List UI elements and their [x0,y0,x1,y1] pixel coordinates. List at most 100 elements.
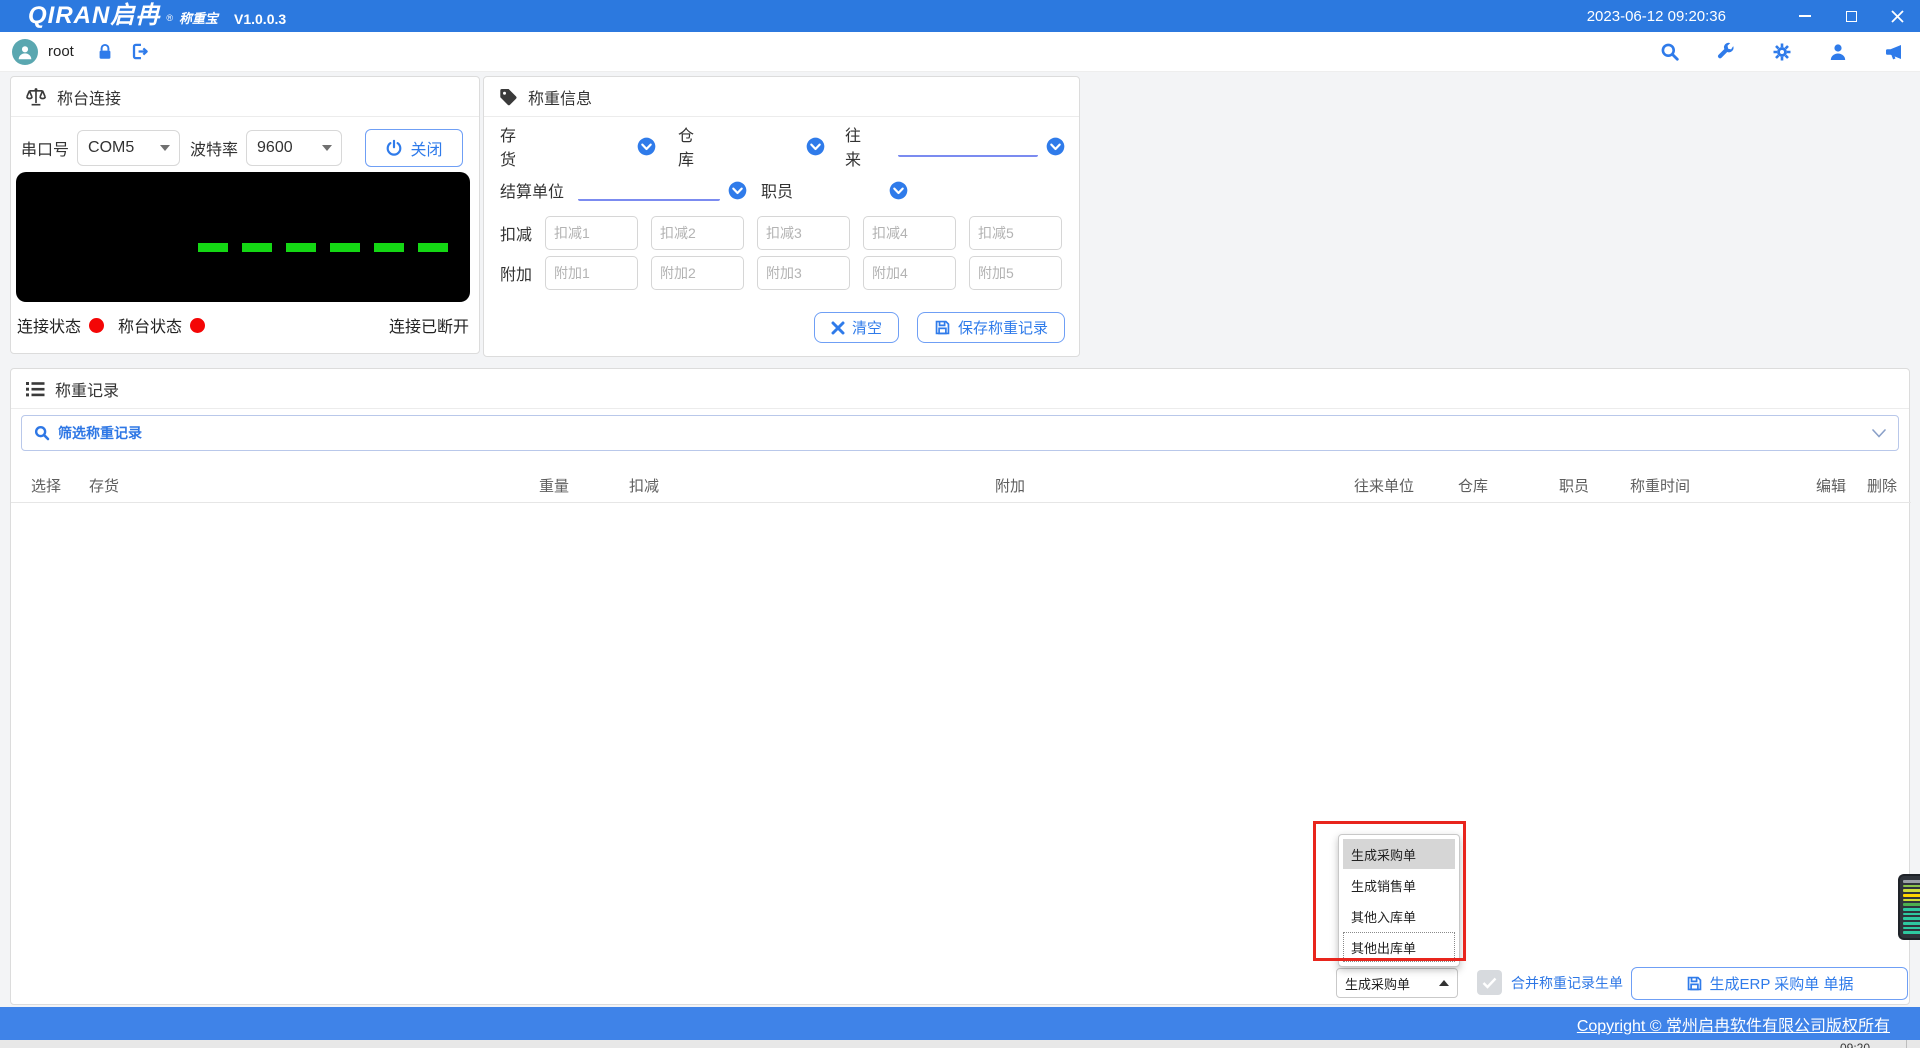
lock-icon [96,42,114,61]
avatar[interactable] [12,39,38,65]
extra-input-3[interactable] [757,256,850,290]
settings-button[interactable] [1772,42,1792,62]
merge-records-checkbox-group[interactable]: 合并称重记录生单 [1477,970,1623,995]
taskbar-clock: 09:20 [1840,1041,1870,1048]
deduct-input-4[interactable] [863,216,956,250]
chevron-down-icon [322,145,332,151]
tools-button[interactable] [1716,42,1736,62]
generate-type-select[interactable]: 生成采购单 [1336,968,1458,998]
scale-connection-panel: 称台连接 串口号 COM5 波特率 9600 关闭 [10,76,480,354]
chevron-down-icon [1872,429,1886,438]
filter-records-label: 筛选称重记录 [58,423,142,443]
weigh-info-panel: 称重信息 存货 仓库 往来 结算单位 职员 [483,76,1080,357]
col-deduct: 扣减 [629,475,659,496]
balance-scale-icon [25,87,47,107]
staff-select-button[interactable] [889,181,908,200]
staff-label: 职员 [761,178,793,202]
chevron-circle-icon [889,181,908,200]
dropdown-item-purchase[interactable]: 生成采购单 [1343,839,1455,869]
minimize-button[interactable] [1782,0,1828,32]
save-weigh-record-button[interactable]: 保存称重记录 [917,312,1065,343]
serial-port-value: COM5 [88,139,134,157]
deduct-input-5[interactable] [969,216,1062,250]
extra-label: 附加 [500,261,532,285]
chevron-up-icon [1439,980,1449,986]
weigh-records-panel: 称重记录 筛选称重记录 选择 存货 重量 扣减 附加 往来单位 仓库 职员 称重… [10,368,1910,1005]
col-inventory: 存货 [89,475,119,496]
generate-type-dropdown: 生成采购单 生成销售单 其他入库单 其他出库单 [1338,834,1460,967]
generate-erp-button[interactable]: 生成ERP 采购单 单据 [1631,967,1908,1000]
logout-button[interactable] [130,42,150,61]
title-bar: QIRAN启冉 ® 称重宝 V1.0.0.3 2023-06-12 09:20:… [0,0,1920,32]
app-version: V1.0.0.3 [234,11,286,31]
deduct-input-1[interactable] [545,216,638,250]
registered-mark: ® [166,13,173,23]
deduct-input-2[interactable] [651,216,744,250]
col-extra: 附加 [995,475,1025,496]
extra-input-4[interactable] [863,256,956,290]
scale-connection-header: 称台连接 [11,77,479,117]
serial-port-label: 串口号 [21,136,69,160]
col-delete: 删除 [1867,475,1897,496]
dropdown-item-sales[interactable]: 生成销售单 [1343,870,1455,900]
records-table-header: 选择 存货 重量 扣减 附加 往来单位 仓库 职员 称重时间 编辑 删除 [11,465,1911,503]
warehouse-select-button[interactable] [806,137,825,156]
app-window: QIRAN启冉 ® 称重宝 V1.0.0.3 2023-06-12 09:20:… [0,0,1920,1048]
inventory-select-button[interactable] [637,137,656,156]
weight-led-display [16,172,470,302]
search-button[interactable] [1660,42,1680,62]
col-edit: 编辑 [1816,475,1846,496]
announcement-button[interactable] [1884,42,1904,62]
edge-level-indicator [1898,874,1920,940]
dropdown-item-other-outbound[interactable]: 其他出库单 [1343,932,1455,962]
deduct-label: 扣减 [500,221,532,245]
col-weigh-time: 称重时间 [1630,475,1690,496]
list-icon [25,380,45,398]
clear-button[interactable]: 清空 [814,312,899,343]
close-connection-button[interactable]: 关闭 [365,129,463,167]
merge-records-checkbox[interactable] [1477,970,1502,995]
serial-port-select[interactable]: COM5 [77,130,180,166]
user-toolbar: root [0,32,1920,72]
scale-status-indicator [190,318,205,333]
generate-erp-label: 生成ERP 采购单 单据 [1710,973,1854,994]
save-icon [1686,975,1703,992]
chevron-down-icon [160,145,170,151]
partner-select-button[interactable] [1046,137,1065,156]
link-status-label: 连接状态 [17,313,81,337]
col-staff: 职员 [1559,475,1589,496]
extra-input-2[interactable] [651,256,744,290]
scale-status-label: 称台状态 [118,313,182,337]
merge-records-label: 合并称重记录生单 [1511,973,1623,993]
col-warehouse: 仓库 [1458,475,1488,496]
settle-unit-select-button[interactable] [728,181,747,200]
copyright-link[interactable]: Copyright © 常州启冉软件有限公司版权所有 [1577,1012,1890,1036]
logout-icon [130,42,150,61]
current-user: root [48,43,74,60]
deduct-input-3[interactable] [757,216,850,250]
panel-title: 称台连接 [57,85,121,109]
close-icon [1891,10,1904,23]
dropdown-item-other-inbound[interactable]: 其他入库单 [1343,901,1455,931]
col-weight: 重量 [539,475,569,496]
connection-status-text: 连接已断开 [389,313,469,337]
filter-records-bar[interactable]: 筛选称重记录 [21,415,1899,451]
settle-unit-input[interactable] [578,179,720,201]
partner-input[interactable] [898,135,1038,157]
minimize-icon [1799,15,1811,17]
lock-screen-button[interactable] [96,42,114,61]
extra-input-5[interactable] [969,256,1062,290]
close-window-button[interactable] [1874,0,1920,32]
user-avatar-icon [16,43,34,61]
settle-unit-label: 结算单位 [500,178,564,202]
maximize-button[interactable] [1828,0,1874,32]
baud-rate-value: 9600 [257,139,293,157]
footer-bar: Copyright © 常州启冉软件有限公司版权所有 [0,1007,1920,1040]
tag-icon [498,87,518,107]
baud-rate-select[interactable]: 9600 [246,130,342,166]
extra-input-1[interactable] [545,256,638,290]
account-button[interactable] [1828,42,1848,62]
link-status-indicator [89,318,104,333]
close-connection-label: 关闭 [410,136,442,160]
baud-rate-label: 波特率 [190,136,238,160]
